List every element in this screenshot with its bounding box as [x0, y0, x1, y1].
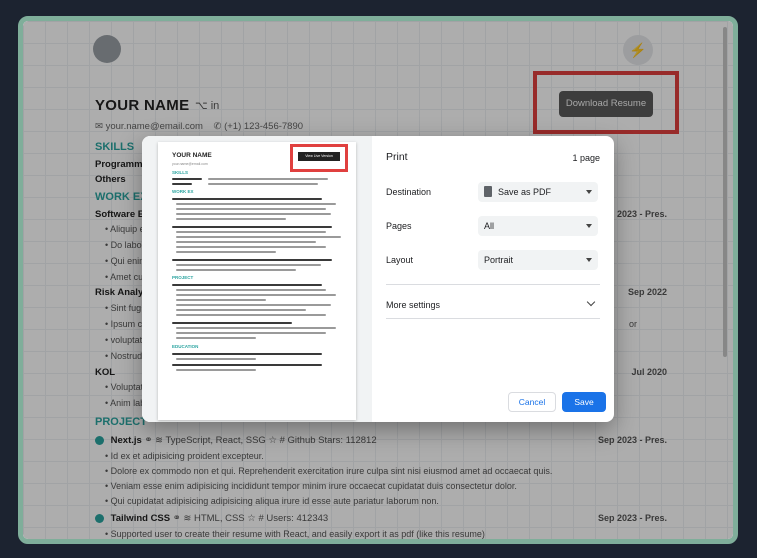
- preview-text-line: [208, 178, 328, 180]
- preview-text-line: [176, 299, 266, 301]
- document-icon: [484, 186, 492, 197]
- destination-label: Destination: [386, 187, 432, 197]
- destination-select[interactable]: Save as PDF: [478, 182, 598, 202]
- print-dialog: YOUR NAME your.name@email.com View Live …: [142, 136, 614, 422]
- preview-text-line: [172, 322, 292, 324]
- preview-text-line: [176, 246, 326, 248]
- preview-text-line: [208, 183, 318, 185]
- layout-label: Layout: [386, 255, 414, 265]
- preview-text-line: [176, 369, 256, 371]
- chevron-down-icon[interactable]: [586, 297, 596, 307]
- print-preview: YOUR NAME your.name@email.com View Live …: [142, 136, 372, 422]
- preview-text-line: [176, 218, 286, 220]
- chevron-down-icon: [586, 190, 592, 194]
- preview-contact: your.name@email.com: [172, 162, 208, 166]
- preview-text-line: [176, 203, 336, 205]
- page-count: 1 page: [572, 153, 600, 163]
- layout-select[interactable]: Portrait: [478, 250, 598, 270]
- preview-highlight-box: [290, 144, 348, 172]
- print-settings: Print 1 page Destination Save as PDF Pag…: [372, 136, 614, 422]
- preview-text-line: [176, 231, 326, 233]
- preview-text-line: [172, 353, 322, 355]
- chevron-down-icon: [586, 258, 592, 262]
- preview-text-line: [176, 327, 336, 329]
- preview-text-line: [176, 332, 326, 334]
- preview-projects-heading: PROJECT: [172, 275, 194, 280]
- more-settings-toggle[interactable]: More settings: [386, 300, 440, 310]
- preview-skills-heading: SKILLS: [172, 170, 189, 175]
- preview-text-line: [176, 269, 296, 271]
- preview-text-line: [172, 178, 202, 180]
- preview-text-line: [176, 304, 331, 306]
- preview-text-line: [176, 337, 256, 339]
- destination-value: Save as PDF: [498, 187, 552, 197]
- preview-text-line: [172, 364, 322, 366]
- preview-text-line: [176, 309, 306, 311]
- preview-text-line: [172, 226, 332, 228]
- preview-work-heading: WORK EX: [172, 189, 194, 194]
- layout-value: Portrait: [484, 255, 514, 265]
- cancel-button[interactable]: Cancel: [508, 392, 556, 412]
- preview-text-line: [176, 294, 336, 296]
- divider: [386, 284, 600, 285]
- preview-page: YOUR NAME your.name@email.com View Live …: [158, 142, 356, 420]
- preview-text-line: [176, 264, 321, 266]
- preview-education-heading: EDUCATION: [172, 344, 199, 349]
- save-button[interactable]: Save: [562, 392, 606, 412]
- preview-text-line: [172, 259, 332, 261]
- preview-text-line: [176, 289, 326, 291]
- pages-label: Pages: [386, 221, 412, 231]
- preview-text-line: [176, 241, 316, 243]
- preview-text-line: [172, 284, 322, 286]
- preview-text-line: [176, 213, 331, 215]
- pages-select[interactable]: All: [478, 216, 598, 236]
- preview-text-line: [176, 358, 256, 360]
- divider: [386, 318, 600, 319]
- preview-text-line: [172, 183, 192, 185]
- chevron-down-icon: [586, 224, 592, 228]
- print-title: Print: [386, 151, 408, 163]
- preview-name: YOUR NAME: [172, 152, 212, 159]
- preview-text-line: [176, 208, 326, 210]
- preview-text-line: [172, 198, 322, 200]
- pages-value: All: [484, 221, 495, 231]
- preview-text-line: [176, 251, 276, 253]
- preview-text-line: [176, 236, 341, 238]
- preview-text-line: [176, 314, 326, 316]
